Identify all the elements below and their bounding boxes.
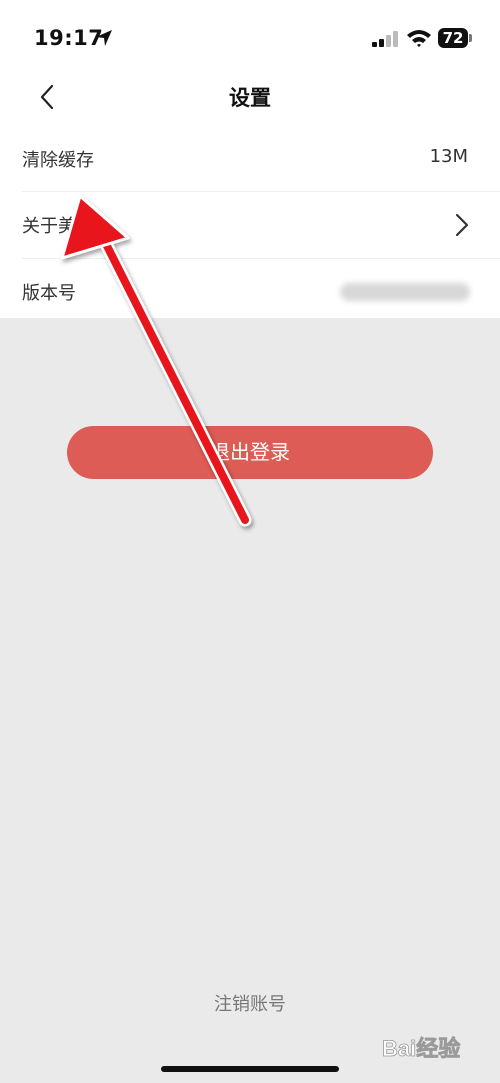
wifi-icon (407, 30, 431, 47)
row-label: 版本号 (22, 283, 76, 304)
status-time: 19:17 (34, 26, 104, 50)
battery-icon: 72 (438, 28, 468, 48)
row-label: 清除缓存 (22, 150, 94, 171)
settings-row-clear-cache[interactable]: 清除缓存 13M (0, 126, 500, 192)
baidu-watermark-logo: Bai经验 (380, 1028, 490, 1068)
logout-button[interactable]: 退出登录 (67, 426, 433, 479)
settings-row-version: 版本号 (0, 259, 500, 325)
deregister-account-link[interactable]: 注销账号 (0, 990, 500, 1016)
settings-row-about[interactable]: 关于美 (0, 192, 500, 258)
location-arrow-icon (96, 30, 112, 46)
battery-tip (469, 34, 472, 42)
cellular-signal-icon (372, 31, 400, 47)
watermark-text: Bai经验 (382, 1036, 460, 1061)
status-bar: 19:17 72 (0, 0, 500, 80)
page-title: 设置 (229, 86, 271, 110)
version-value-blurred (340, 283, 470, 301)
cache-size-value: 13M (429, 146, 468, 167)
row-label: 关于美 (22, 216, 76, 237)
chevron-right-icon (455, 213, 469, 237)
home-indicator (161, 1066, 339, 1072)
